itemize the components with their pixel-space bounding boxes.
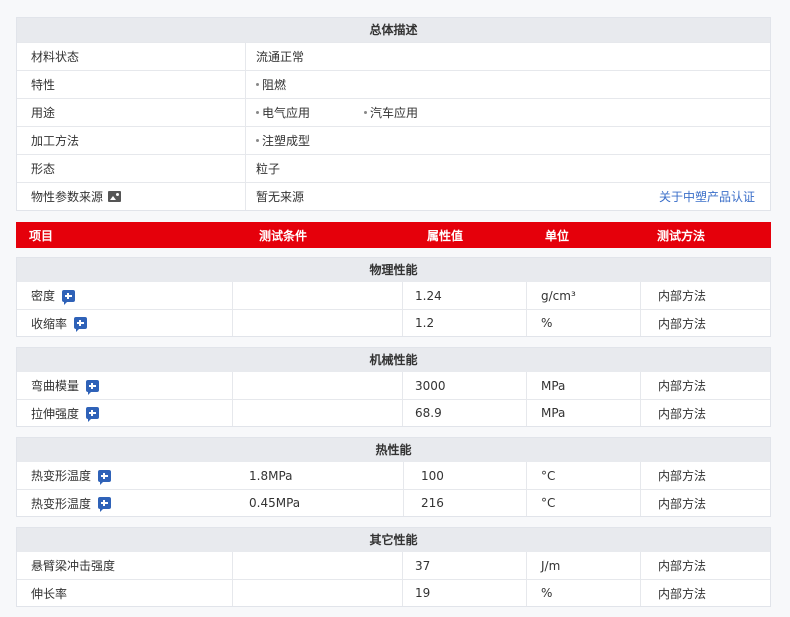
- overview-label: 加工方法: [17, 127, 246, 154]
- property-unit: %: [527, 310, 641, 336]
- property-name: 密度: [17, 282, 233, 309]
- property-method: 内部方法: [658, 469, 707, 483]
- property-method: 内部方法: [658, 496, 707, 511]
- certification-link[interactable]: 关于中塑产品认证: [659, 188, 755, 205]
- property-condition: [233, 282, 403, 309]
- overview-row-usage: 用途 电气应用 汽车应用: [17, 98, 770, 126]
- overview-value: 电气应用 汽车应用: [246, 99, 770, 126]
- usage-tag: 电气应用: [256, 104, 364, 121]
- property-unit: MPa: [527, 400, 641, 426]
- column-unit: 单位: [545, 228, 570, 243]
- section-title: 其它性能: [17, 528, 770, 552]
- property-value: 37: [403, 552, 527, 579]
- property-condition: 1.8MPa: [233, 462, 404, 489]
- property-unit: g/cm³: [527, 282, 641, 309]
- bullet-icon: [256, 139, 259, 142]
- property-value: 3000: [403, 372, 527, 399]
- property-name: 收缩率: [17, 310, 233, 336]
- overview-title: 总体描述: [17, 18, 770, 42]
- property-method: 内部方法: [658, 586, 707, 601]
- property-unit: °C: [527, 490, 641, 516]
- property-condition: [233, 580, 403, 606]
- table-row: 热变形温度 1.8MPa 100 °C 内部方法: [17, 462, 770, 489]
- overview-value: 暂无来源 关于中塑产品认证: [256, 188, 755, 205]
- add-note-icon[interactable]: [98, 469, 112, 485]
- overview-label: 物性参数来源: [17, 183, 246, 210]
- property-condition: [233, 552, 403, 579]
- overview-label: 用途: [17, 99, 246, 126]
- property-value: 216: [404, 490, 527, 516]
- processing-tag: 注塑成型: [256, 132, 364, 149]
- section-thermal: 热性能 热变形温度 1.8MPa 100 °C 内部方法 热变形温度 0.45M…: [16, 437, 771, 517]
- overview-panel: 总体描述 材料状态 流通正常 特性 阻燃 用途 电气应用 汽车应用 加工方法 注…: [16, 17, 771, 211]
- section-title: 物理性能: [17, 258, 770, 282]
- table-row: 密度 1.24 g/cm³ 内部方法: [17, 282, 770, 309]
- property-condition: [233, 372, 403, 399]
- overview-row-features: 特性 阻燃: [17, 70, 770, 98]
- overview-value: 流通正常: [256, 50, 305, 64]
- overview-label: 形态: [17, 155, 246, 182]
- section-other: 其它性能 悬臂梁冲击强度 37 J/m 内部方法 伸长率 19 % 内部方法: [16, 527, 771, 607]
- property-name: 伸长率: [17, 580, 233, 606]
- property-value: 1.2: [403, 310, 527, 336]
- property-condition: 0.45MPa: [233, 490, 404, 516]
- property-method: 内部方法: [658, 316, 707, 331]
- feature-tag: 阻燃: [256, 76, 364, 93]
- add-note-icon[interactable]: [98, 497, 112, 512]
- property-unit: J/m: [527, 552, 641, 579]
- property-value: 19: [403, 580, 527, 606]
- overview-value: 阻燃: [246, 71, 770, 98]
- table-row: 热变形温度 0.45MPa 216 °C 内部方法: [17, 489, 770, 516]
- property-condition: [233, 400, 403, 426]
- table-row: 收缩率 1.2 % 内部方法: [17, 309, 770, 336]
- property-sheet: 总体描述 材料状态 流通正常 特性 阻燃 用途 电气应用 汽车应用 加工方法 注…: [16, 17, 771, 607]
- property-value: 68.9: [403, 400, 527, 426]
- bullet-icon: [256, 83, 259, 86]
- overview-row-processing: 加工方法 注塑成型: [17, 126, 770, 154]
- add-note-icon[interactable]: [62, 289, 76, 305]
- table-row: 弯曲模量 3000 MPa 内部方法: [17, 372, 770, 399]
- property-value: 1.24: [403, 282, 527, 309]
- section-physical: 物理性能 密度 1.24 g/cm³ 内部方法 收缩率 1.2 % 内部方法: [16, 257, 771, 337]
- overview-label: 材料状态: [17, 43, 246, 70]
- property-method: 内部方法: [658, 406, 707, 421]
- property-name: 热变形温度: [17, 462, 233, 489]
- property-name: 拉伸强度: [17, 400, 233, 426]
- property-name: 热变形温度: [17, 490, 233, 516]
- column-method: 测试方法: [657, 228, 706, 243]
- add-note-icon[interactable]: [86, 407, 100, 422]
- add-note-icon[interactable]: [86, 379, 100, 395]
- property-method: 内部方法: [658, 289, 707, 303]
- column-item: 项目: [29, 228, 54, 243]
- table-row: 悬臂梁冲击强度 37 J/m 内部方法: [17, 552, 770, 579]
- overview-row-source: 物性参数来源 暂无来源 关于中塑产品认证: [17, 182, 770, 210]
- section-title: 热性能: [17, 438, 770, 462]
- property-condition: [233, 310, 403, 336]
- column-value: 属性值: [427, 228, 464, 243]
- image-icon[interactable]: [108, 191, 122, 202]
- property-value: 100: [404, 462, 527, 489]
- section-title: 机械性能: [17, 348, 770, 372]
- property-unit: °C: [527, 462, 641, 489]
- property-unit: %: [527, 580, 641, 606]
- property-method: 内部方法: [658, 559, 707, 573]
- property-name: 悬臂梁冲击强度: [17, 552, 233, 579]
- overview-label: 特性: [17, 71, 246, 98]
- property-unit: MPa: [527, 372, 641, 399]
- overview-value: 粒子: [256, 162, 281, 176]
- table-column-header: 项目 测试条件 属性值 单位 测试方法: [16, 222, 771, 248]
- overview-value: 注塑成型: [246, 127, 770, 154]
- property-name: 弯曲模量: [17, 372, 233, 399]
- overview-row-status: 材料状态 流通正常: [17, 42, 770, 70]
- usage-tag: 汽车应用: [364, 104, 472, 121]
- bullet-icon: [256, 111, 259, 114]
- section-mechanical: 机械性能 弯曲模量 3000 MPa 内部方法 拉伸强度 68.9 MPa 内部…: [16, 347, 771, 427]
- table-row: 拉伸强度 68.9 MPa 内部方法: [17, 399, 770, 426]
- bullet-icon: [364, 111, 367, 114]
- overview-row-form: 形态 粒子: [17, 154, 770, 182]
- column-condition: 测试条件: [259, 228, 308, 243]
- table-row: 伸长率 19 % 内部方法: [17, 579, 770, 606]
- add-note-icon[interactable]: [74, 317, 88, 332]
- property-method: 内部方法: [658, 379, 707, 393]
